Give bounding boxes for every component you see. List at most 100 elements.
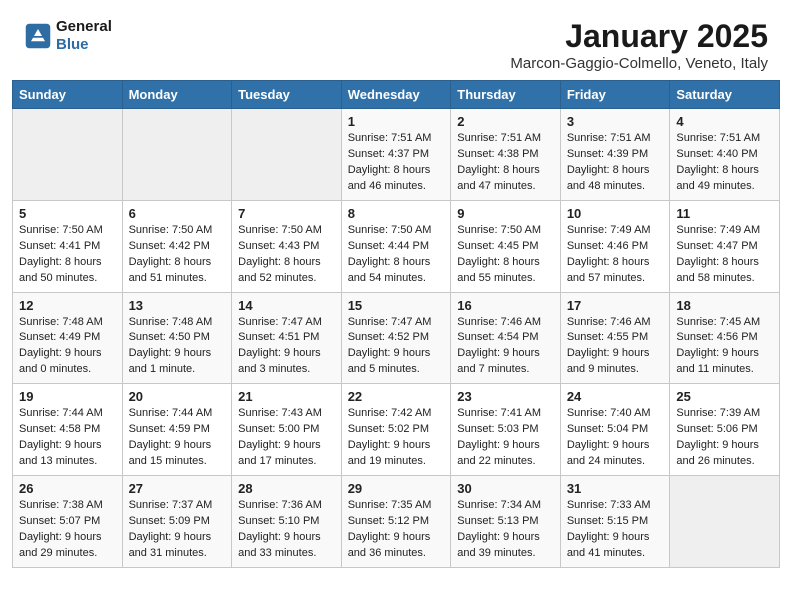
calendar-cell: 4 Sunrise: 7:51 AM Sunset: 4:40 PM Daylig… — [670, 109, 780, 201]
day-info: Sunrise: 7:51 AM Sunset: 4:40 PM Dayligh… — [676, 131, 773, 195]
calendar-cell: 14 Sunrise: 7:47 AM Sunset: 4:51 PM Dayli… — [232, 292, 342, 384]
day-info: Sunrise: 7:49 AM Sunset: 4:46 PM Dayligh… — [567, 223, 664, 287]
calendar-table: SundayMondayTuesdayWednesdayThursdayFrid… — [12, 80, 780, 568]
day-number: 21 — [238, 389, 335, 404]
calendar-cell: 24 Sunrise: 7:40 AM Sunset: 5:04 PM Dayli… — [560, 384, 670, 476]
day-info: Sunrise: 7:47 AM Sunset: 4:51 PM Dayligh… — [238, 315, 335, 379]
week-row-2: 5 Sunrise: 7:50 AM Sunset: 4:41 PM Daylig… — [13, 200, 780, 292]
day-number: 22 — [348, 389, 445, 404]
day-number: 8 — [348, 206, 445, 221]
week-row-4: 19Sunrise: 7:44 AM Sunset: 4:58 PM Dayli… — [13, 384, 780, 476]
day-number: 25 — [676, 389, 773, 404]
day-number: 16 — [457, 298, 554, 313]
day-number: 31 — [567, 481, 664, 496]
calendar-cell: 1 Sunrise: 7:51 AM Sunset: 4:37 PM Daylig… — [341, 109, 451, 201]
calendar-cell: 18 Sunrise: 7:45 AM Sunset: 4:56 PM Dayli… — [670, 292, 780, 384]
calendar-title: January 2025 — [510, 18, 768, 55]
day-info: Sunrise: 7:43 AM Sunset: 5:00 PM Dayligh… — [238, 406, 335, 470]
day-info: Sunrise: 7:40 AM Sunset: 5:04 PM Dayligh… — [567, 406, 664, 470]
week-row-3: 12Sunrise: 7:48 AM Sunset: 4:49 PM Dayli… — [13, 292, 780, 384]
calendar-cell: 19Sunrise: 7:44 AM Sunset: 4:58 PM Dayli… — [13, 384, 123, 476]
day-number: 6 — [129, 206, 226, 221]
day-info: Sunrise: 7:50 AM Sunset: 4:41 PM Dayligh… — [19, 223, 116, 287]
day-info: Sunrise: 7:45 AM Sunset: 4:56 PM Dayligh… — [676, 315, 773, 379]
calendar-cell: 29 Sunrise: 7:35 AM Sunset: 5:12 PM Dayli… — [341, 476, 451, 568]
weekday-row: SundayMondayTuesdayWednesdayThursdayFrid… — [13, 81, 780, 109]
day-number: 5 — [19, 206, 116, 221]
day-info: Sunrise: 7:33 AM Sunset: 5:15 PM Dayligh… — [567, 498, 664, 562]
day-number: 4 — [676, 114, 773, 129]
calendar-container: SundayMondayTuesdayWednesdayThursdayFrid… — [0, 80, 792, 580]
day-info: Sunrise: 7:50 AM Sunset: 4:42 PM Dayligh… — [129, 223, 226, 287]
calendar-cell: 21 Sunrise: 7:43 AM Sunset: 5:00 PM Dayli… — [232, 384, 342, 476]
day-info: Sunrise: 7:48 AM Sunset: 4:50 PM Dayligh… — [129, 315, 226, 379]
day-info: Sunrise: 7:39 AM Sunset: 5:06 PM Dayligh… — [676, 406, 773, 470]
day-info: Sunrise: 7:50 AM Sunset: 4:43 PM Dayligh… — [238, 223, 335, 287]
day-info: Sunrise: 7:44 AM Sunset: 4:59 PM Dayligh… — [129, 406, 226, 470]
calendar-cell: 27Sunrise: 7:37 AM Sunset: 5:09 PM Dayli… — [122, 476, 232, 568]
day-number: 10 — [567, 206, 664, 221]
day-info: Sunrise: 7:51 AM Sunset: 4:39 PM Dayligh… — [567, 131, 664, 195]
day-info: Sunrise: 7:50 AM Sunset: 4:45 PM Dayligh… — [457, 223, 554, 287]
calendar-cell: 15 Sunrise: 7:47 AM Sunset: 4:52 PM Dayli… — [341, 292, 451, 384]
weekday-header-friday: Friday — [560, 81, 670, 109]
day-number: 28 — [238, 481, 335, 496]
day-number: 9 — [457, 206, 554, 221]
calendar-cell: 25 Sunrise: 7:39 AM Sunset: 5:06 PM Dayli… — [670, 384, 780, 476]
day-number: 23 — [457, 389, 554, 404]
day-number: 3 — [567, 114, 664, 129]
day-number: 14 — [238, 298, 335, 313]
day-info: Sunrise: 7:47 AM Sunset: 4:52 PM Dayligh… — [348, 315, 445, 379]
calendar-cell: 2 Sunrise: 7:51 AM Sunset: 4:38 PM Daylig… — [451, 109, 561, 201]
day-number: 26 — [19, 481, 116, 496]
day-info: Sunrise: 7:51 AM Sunset: 4:38 PM Dayligh… — [457, 131, 554, 195]
title-block: January 2025 Marcon-Gaggio-Colmello, Ven… — [510, 18, 768, 72]
day-number: 30 — [457, 481, 554, 496]
day-number: 24 — [567, 389, 664, 404]
day-info: Sunrise: 7:44 AM Sunset: 4:58 PM Dayligh… — [19, 406, 116, 470]
day-info: Sunrise: 7:46 AM Sunset: 4:55 PM Dayligh… — [567, 315, 664, 379]
calendar-cell: 13Sunrise: 7:48 AM Sunset: 4:50 PM Dayli… — [122, 292, 232, 384]
calendar-cell: 11Sunrise: 7:49 AM Sunset: 4:47 PM Dayli… — [670, 200, 780, 292]
day-number: 15 — [348, 298, 445, 313]
calendar-cell: 31 Sunrise: 7:33 AM Sunset: 5:15 PM Dayli… — [560, 476, 670, 568]
weekday-header-wednesday: Wednesday — [341, 81, 451, 109]
day-number: 1 — [348, 114, 445, 129]
weekday-header-monday: Monday — [122, 81, 232, 109]
calendar-cell: 28 Sunrise: 7:36 AM Sunset: 5:10 PM Dayli… — [232, 476, 342, 568]
day-number: 17 — [567, 298, 664, 313]
calendar-cell: 3 Sunrise: 7:51 AM Sunset: 4:39 PM Daylig… — [560, 109, 670, 201]
calendar-body: 1 Sunrise: 7:51 AM Sunset: 4:37 PM Daylig… — [13, 109, 780, 568]
calendar-cell — [122, 109, 232, 201]
day-info: Sunrise: 7:42 AM Sunset: 5:02 PM Dayligh… — [348, 406, 445, 470]
logo-text: General Blue — [56, 18, 112, 54]
day-info: Sunrise: 7:35 AM Sunset: 5:12 PM Dayligh… — [348, 498, 445, 562]
logo-icon — [24, 22, 52, 50]
day-info: Sunrise: 7:46 AM Sunset: 4:54 PM Dayligh… — [457, 315, 554, 379]
day-info: Sunrise: 7:37 AM Sunset: 5:09 PM Dayligh… — [129, 498, 226, 562]
calendar-cell: 5 Sunrise: 7:50 AM Sunset: 4:41 PM Daylig… — [13, 200, 123, 292]
weekday-header-thursday: Thursday — [451, 81, 561, 109]
day-number: 20 — [129, 389, 226, 404]
day-number: 18 — [676, 298, 773, 313]
calendar-cell: 20 Sunrise: 7:44 AM Sunset: 4:59 PM Dayli… — [122, 384, 232, 476]
calendar-cell: 26Sunrise: 7:38 AM Sunset: 5:07 PM Dayli… — [13, 476, 123, 568]
calendar-subtitle: Marcon-Gaggio-Colmello, Veneto, Italy — [510, 55, 768, 72]
day-info: Sunrise: 7:51 AM Sunset: 4:37 PM Dayligh… — [348, 131, 445, 195]
calendar-cell: 17 Sunrise: 7:46 AM Sunset: 4:55 PM Dayli… — [560, 292, 670, 384]
weekday-header-saturday: Saturday — [670, 81, 780, 109]
calendar-cell: 7 Sunrise: 7:50 AM Sunset: 4:43 PM Daylig… — [232, 200, 342, 292]
day-number: 29 — [348, 481, 445, 496]
day-info: Sunrise: 7:36 AM Sunset: 5:10 PM Dayligh… — [238, 498, 335, 562]
calendar-cell — [232, 109, 342, 201]
day-number: 2 — [457, 114, 554, 129]
weekday-header-sunday: Sunday — [13, 81, 123, 109]
calendar-cell: 8Sunrise: 7:50 AM Sunset: 4:44 PM Daylig… — [341, 200, 451, 292]
calendar-cell — [13, 109, 123, 201]
page-header: General Blue January 2025 Marcon-Gaggio-… — [0, 0, 792, 80]
calendar-cell: 22 Sunrise: 7:42 AM Sunset: 5:02 PM Dayli… — [341, 384, 451, 476]
weekday-header-tuesday: Tuesday — [232, 81, 342, 109]
calendar-cell: 23Sunrise: 7:41 AM Sunset: 5:03 PM Dayli… — [451, 384, 561, 476]
day-number: 12 — [19, 298, 116, 313]
day-number: 7 — [238, 206, 335, 221]
